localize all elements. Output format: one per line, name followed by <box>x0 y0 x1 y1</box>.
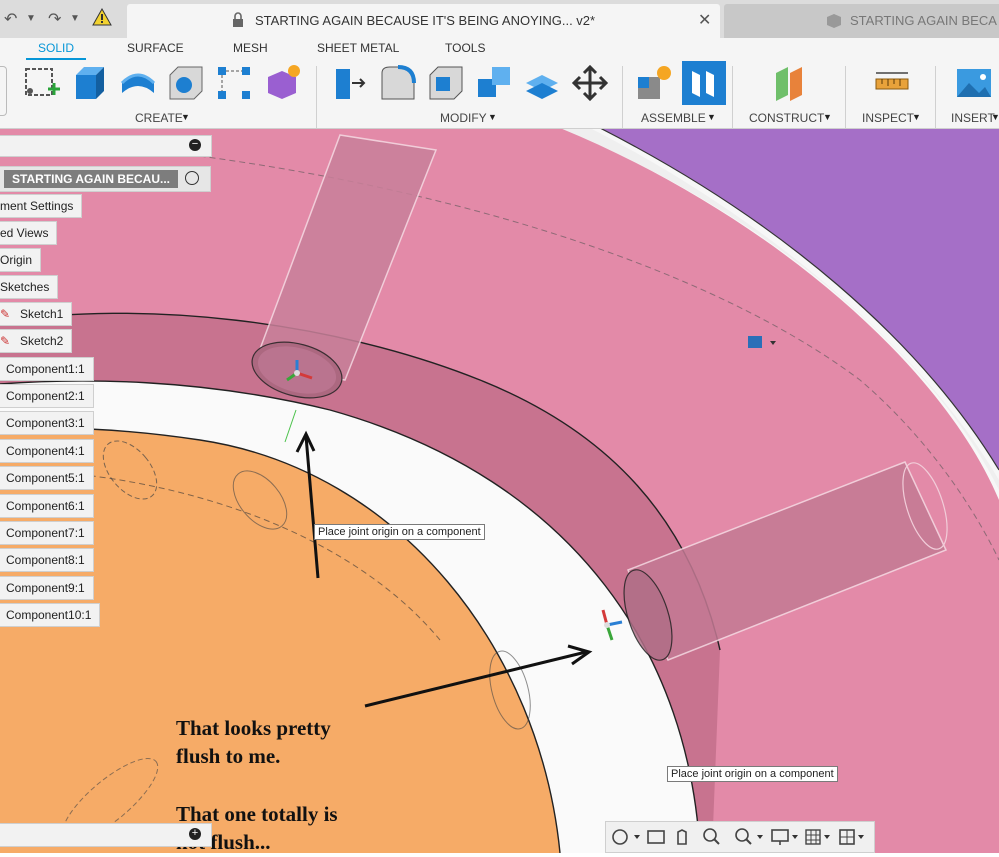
zoom-icon <box>703 828 720 845</box>
undo-menu-icon[interactable]: ▼ <box>26 13 36 24</box>
activate-radio-icon[interactable] <box>185 171 199 185</box>
browser-root-label: STARTING AGAIN BECAU... <box>4 170 178 188</box>
group-divider <box>845 66 846 128</box>
extrude-icon[interactable] <box>70 63 110 108</box>
browser-item-sketches[interactable]: Sketches <box>0 275 59 299</box>
browser-item-component2[interactable]: Component2:1 <box>0 384 94 408</box>
tab-sheet-metal[interactable]: SHEET METAL <box>317 41 399 55</box>
fillet-icon[interactable] <box>378 63 418 108</box>
sketch1-label: Sketch1 <box>20 307 64 321</box>
joint-icon[interactable] <box>682 61 726 110</box>
browser-panel: − STARTING AGAIN BECAU... ment Settings … <box>0 128 215 628</box>
browser-item-component6[interactable]: Component6:1 <box>0 494 94 518</box>
sketch-icon: ✎ <box>0 307 11 321</box>
document-tab-title: STARTING AGAIN BECAUSE IT'S BEING ANOYIN… <box>255 13 596 28</box>
browser-item-document-settings[interactable]: ment Settings <box>0 194 83 218</box>
browser-item-component10[interactable]: Component10:1 <box>0 603 101 627</box>
browser-item-component1[interactable]: Component1:1 <box>0 357 94 381</box>
rectangular-pattern-icon[interactable] <box>214 63 254 108</box>
browser-header: − <box>0 135 212 157</box>
browser-item-component8[interactable]: Component8:1 <box>0 548 94 572</box>
group-divider <box>622 66 623 128</box>
navigation-bar <box>605 821 875 853</box>
browser-item-component5[interactable]: Component5:1 <box>0 466 94 490</box>
assemble-menu[interactable]: ASSEMBLE <box>641 111 706 125</box>
browser-root-row[interactable]: STARTING AGAIN BECAU... <box>0 166 211 192</box>
panel-edge <box>0 66 7 116</box>
joint-tooltip-1: Place joint origin on a component <box>314 524 485 540</box>
document-tab-inactive[interactable]: STARTING AGAIN BECA <box>724 4 999 38</box>
revolve-icon[interactable] <box>118 63 158 108</box>
browser-item-component9[interactable]: Component9:1 <box>0 576 94 600</box>
undo-icon[interactable]: ↶ <box>4 9 17 29</box>
browser-item-component7[interactable]: Component7:1 <box>0 521 94 545</box>
construct-menu[interactable]: CONSTRUCT <box>749 111 824 125</box>
collapse-icon[interactable]: − <box>189 139 201 151</box>
dropdown-arrow-icon: ▼ <box>991 112 999 122</box>
group-divider <box>935 66 936 128</box>
close-tab-icon[interactable]: ✕ <box>698 10 711 30</box>
browser-item-component3[interactable]: Component3:1 <box>0 411 94 435</box>
dropdown-arrow-icon: ▼ <box>912 112 921 122</box>
tab-active-underline <box>26 58 86 60</box>
inspect-menu[interactable]: INSPECT <box>862 111 914 125</box>
tab-surface[interactable]: SURFACE <box>127 41 184 55</box>
modify-menu[interactable]: MODIFY <box>440 111 487 125</box>
offset-face-icon[interactable] <box>522 63 562 108</box>
tab-mesh[interactable]: MESH <box>233 41 268 55</box>
browser-item-sketch2[interactable]: ✎ Sketch2 <box>0 329 73 353</box>
browser-item-origin[interactable]: Origin <box>0 248 42 272</box>
dropdown-arrow-icon: ▼ <box>181 112 190 122</box>
redo-menu-icon[interactable]: ▼ <box>70 13 80 24</box>
warning-icon[interactable] <box>92 7 112 31</box>
insert-menu[interactable]: INSERT <box>951 111 995 125</box>
document-tab-active[interactable]: STARTING AGAIN BECAUSE IT'S BEING ANOYIN… <box>127 4 720 38</box>
inactive-tab-title: STARTING AGAIN BECA <box>850 13 997 28</box>
create-menu[interactable]: CREATE <box>135 111 183 125</box>
dropdown-arrow-icon: ▼ <box>823 112 832 122</box>
toolbar-ribbon: SOLID SURFACE MESH SHEET METAL TOOLS CRE… <box>0 38 999 129</box>
group-divider <box>732 66 733 128</box>
dropdown-arrow-icon: ▼ <box>488 112 497 122</box>
viewports-icon <box>839 829 864 845</box>
dropdown-arrow-icon: ▼ <box>707 112 716 122</box>
press-pull-icon[interactable] <box>330 63 370 108</box>
annotation-text-1: That looks pretty flush to me. <box>176 716 331 768</box>
look-at-icon <box>647 830 665 844</box>
fit-icon <box>735 828 763 845</box>
insert-image-icon[interactable] <box>955 63 995 108</box>
view-cube-menu[interactable] <box>738 332 782 354</box>
orbit-icon <box>612 829 640 845</box>
create-form-icon[interactable] <box>262 63 302 108</box>
tab-solid[interactable]: SOLID <box>38 41 74 55</box>
tab-tools[interactable]: TOOLS <box>445 41 485 55</box>
browser-item-component4[interactable]: Component4:1 <box>0 439 94 463</box>
sketch2-label: Sketch2 <box>20 334 64 348</box>
sketch-icon: ✎ <box>0 334 11 348</box>
group-divider <box>316 66 317 128</box>
hole-icon[interactable] <box>166 63 206 108</box>
title-bar: ↶ ▼ ↷ ▼ STARTING AGAIN BECAUSE IT'S BEIN… <box>0 0 999 38</box>
shell-icon[interactable] <box>426 63 466 108</box>
display-settings-icon <box>771 829 798 845</box>
add-icon[interactable]: + <box>189 828 201 840</box>
offset-plane-icon[interactable] <box>770 63 810 108</box>
box-icon <box>826 13 842 34</box>
move-copy-icon[interactable] <box>570 63 610 108</box>
create-sketch-icon[interactable] <box>22 63 62 108</box>
browser-item-sketch1[interactable]: ✎ Sketch1 <box>0 302 73 326</box>
new-component-icon[interactable] <box>634 63 674 108</box>
measure-icon[interactable] <box>872 63 912 108</box>
pan-icon <box>677 829 687 845</box>
redo-icon[interactable]: ↷ <box>48 9 61 29</box>
joint-tooltip-2: Place joint origin on a component <box>667 766 838 782</box>
grid-icon <box>805 829 830 845</box>
combine-icon[interactable] <box>474 63 514 108</box>
lock-icon <box>231 12 245 33</box>
comments-panel[interactable]: + <box>0 823 212 847</box>
browser-item-named-views[interactable]: ed Views <box>0 221 58 245</box>
